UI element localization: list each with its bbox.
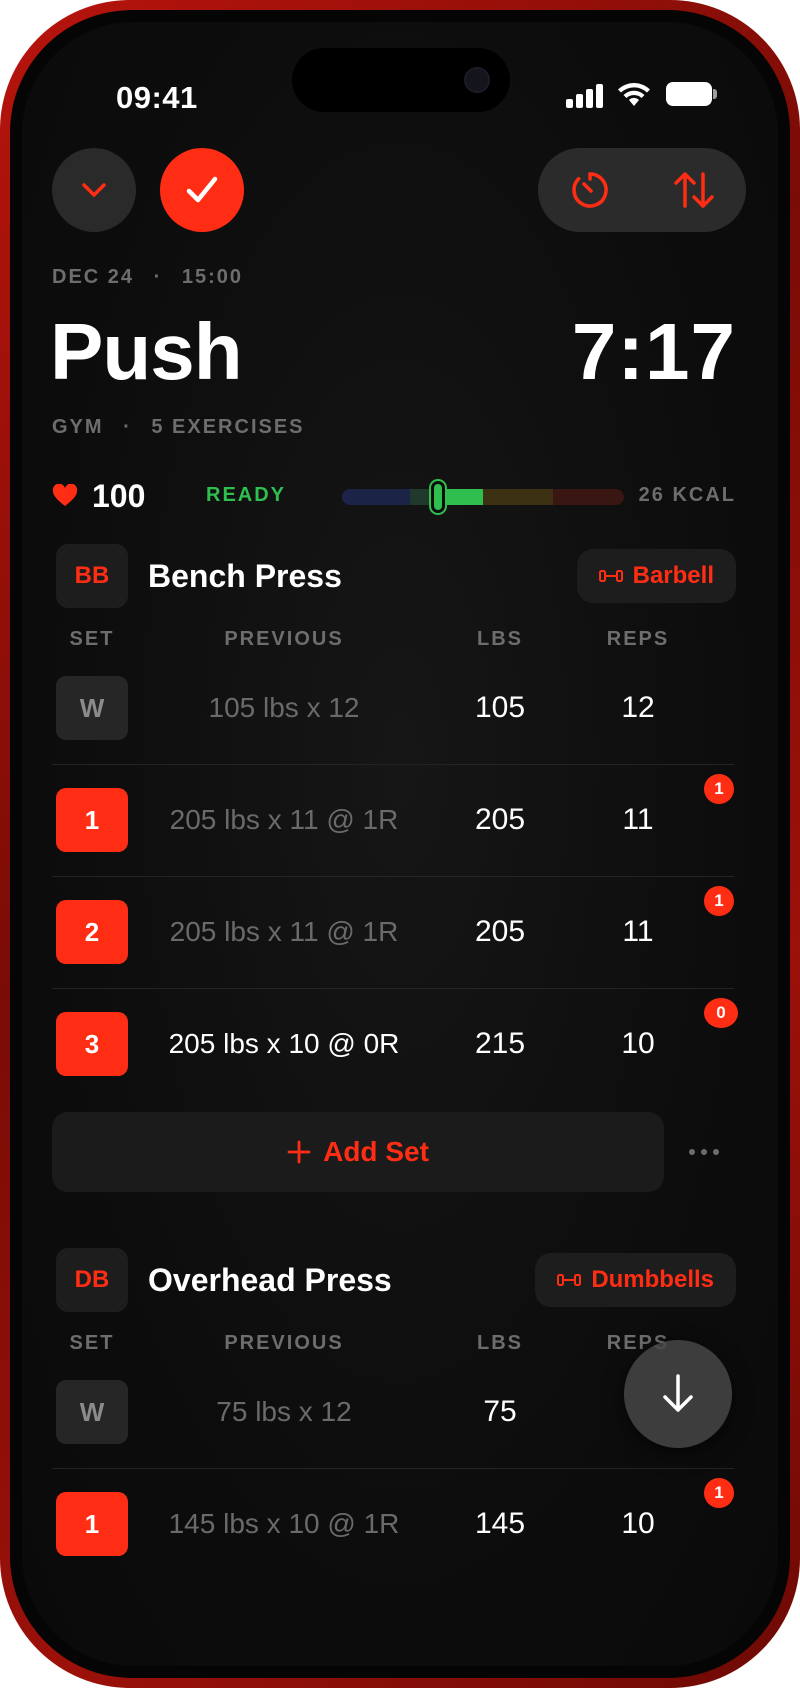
wifi-icon bbox=[618, 83, 650, 106]
column-header-set: SET bbox=[69, 1332, 115, 1354]
weight-input[interactable]: 145 bbox=[440, 1507, 560, 1541]
add-set-button[interactable]: Add Set bbox=[52, 1112, 664, 1192]
workout-tools-pill bbox=[538, 148, 746, 232]
equipment-selector[interactable]: Dumbbells bbox=[535, 1253, 736, 1307]
arrow-down-icon bbox=[663, 1374, 693, 1412]
sort-arrows-icon bbox=[674, 172, 714, 208]
reps-input[interactable]: 11 bbox=[578, 803, 698, 837]
zone-segment bbox=[482, 489, 554, 505]
column-header-previous: PREVIOUS bbox=[224, 628, 344, 650]
workout-location: GYM bbox=[52, 416, 104, 438]
set-type-button[interactable]: 1 bbox=[56, 788, 128, 852]
elapsed-timer: 7:17 bbox=[571, 307, 736, 396]
set-type-button[interactable]: 2 bbox=[56, 900, 128, 964]
heart-rate-zone-bar bbox=[342, 489, 624, 505]
set-type-button[interactable]: W bbox=[56, 676, 128, 740]
separator-dot: · bbox=[123, 416, 132, 438]
set-type-button[interactable]: W bbox=[56, 1380, 128, 1444]
equipment-label: Barbell bbox=[632, 562, 714, 589]
set-row: 2 205 lbs x 11 @ 1R 205 11 1 bbox=[22, 886, 778, 980]
previous-set[interactable]: 205 lbs x 10 @ 0R bbox=[154, 1028, 414, 1060]
separator-dot: · bbox=[153, 266, 163, 288]
workout-datetime: DEC 24 · 15:00 bbox=[52, 266, 243, 289]
reps-input[interactable]: 10 bbox=[578, 1027, 698, 1061]
plus-icon bbox=[287, 1140, 311, 1164]
status-time: 09:41 bbox=[116, 80, 198, 115]
rir-badge[interactable]: 0 bbox=[704, 998, 738, 1028]
column-header-set: SET bbox=[69, 628, 115, 650]
row-divider bbox=[52, 988, 734, 989]
heart-rate-value: 100 bbox=[92, 478, 146, 514]
row-divider bbox=[52, 876, 734, 877]
collapse-button[interactable] bbox=[52, 148, 136, 232]
set-type-button[interactable]: 3 bbox=[56, 1012, 128, 1076]
exercise-name[interactable]: Overhead Press bbox=[148, 1262, 392, 1299]
rest-timer-button[interactable] bbox=[538, 148, 642, 232]
rir-badge[interactable]: 1 bbox=[704, 1478, 734, 1508]
previous-set[interactable]: 75 lbs x 12 bbox=[154, 1396, 414, 1428]
equipment-selector[interactable]: Barbell bbox=[576, 549, 736, 603]
dumbbell-icon bbox=[557, 1274, 582, 1286]
weight-input[interactable]: 205 bbox=[440, 915, 560, 949]
rir-badge[interactable]: 1 bbox=[704, 886, 734, 916]
set-row: 3 205 lbs x 10 @ 0R 215 10 0 bbox=[22, 998, 778, 1092]
scroll-down-button[interactable] bbox=[624, 1340, 732, 1448]
equipment-label: Dumbbells bbox=[591, 1266, 714, 1293]
set-row: 1 145 lbs x 10 @ 1R 145 10 1 bbox=[22, 1478, 778, 1572]
row-divider bbox=[52, 1468, 734, 1469]
weight-input[interactable]: 205 bbox=[440, 803, 560, 837]
set-type-button[interactable]: 1 bbox=[56, 1492, 128, 1556]
workout-start-time: 15:00 bbox=[181, 266, 243, 288]
reps-input[interactable]: 10 bbox=[578, 1507, 698, 1541]
workout-meta: GYM · 5 EXERCISES bbox=[52, 416, 305, 439]
exercise-equipment-badge: DB bbox=[56, 1248, 128, 1312]
camera-icon bbox=[464, 67, 490, 93]
row-divider bbox=[52, 764, 734, 765]
zone-segment bbox=[443, 489, 483, 505]
heart-rate-zone-indicator bbox=[430, 481, 445, 513]
weight-input[interactable]: 75 bbox=[440, 1395, 560, 1429]
weight-input[interactable]: 105 bbox=[440, 691, 560, 725]
previous-set[interactable]: 145 lbs x 10 @ 1R bbox=[154, 1508, 414, 1540]
weight-input[interactable]: 215 bbox=[440, 1027, 560, 1061]
reps-input[interactable]: 11 bbox=[578, 915, 698, 949]
workout-title[interactable]: Push bbox=[50, 306, 243, 398]
exercise-name[interactable]: Bench Press bbox=[148, 558, 342, 595]
calories-burned: 26 KCAL bbox=[638, 484, 736, 506]
previous-set[interactable]: 105 lbs x 12 bbox=[154, 692, 414, 724]
workout-date: DEC 24 bbox=[52, 266, 135, 288]
dumbbell-icon bbox=[598, 570, 623, 582]
heart-icon bbox=[52, 484, 78, 506]
add-set-label: Add Set bbox=[323, 1136, 429, 1167]
timer-icon bbox=[572, 172, 608, 208]
checkmark-icon bbox=[186, 176, 218, 203]
workout-screen: 09:41 DEC 24 · 15:00 Push 7:17 GYM · 5 E… bbox=[22, 22, 778, 1666]
column-header-previous: PREVIOUS bbox=[224, 1332, 344, 1354]
rir-badge[interactable]: 1 bbox=[704, 774, 734, 804]
chevron-down-icon bbox=[82, 183, 106, 197]
set-row: 1 205 lbs x 11 @ 1R 205 11 1 bbox=[22, 774, 778, 868]
zone-segment bbox=[553, 489, 624, 505]
previous-set[interactable]: 205 lbs x 11 @ 1R bbox=[154, 916, 414, 948]
exercise-count: 5 EXERCISES bbox=[151, 416, 305, 438]
finish-workout-button[interactable] bbox=[160, 148, 244, 232]
column-header-lbs: LBS bbox=[477, 628, 523, 650]
cellular-signal-icon bbox=[566, 80, 606, 108]
heart-rate-zone-label: READY bbox=[206, 484, 287, 506]
set-row: W 105 lbs x 12 105 12 bbox=[22, 676, 778, 756]
column-header-reps: REPS bbox=[606, 628, 670, 650]
exercise-equipment-badge: BB bbox=[56, 544, 128, 608]
column-header-lbs: LBS bbox=[477, 1332, 523, 1354]
zone-segment bbox=[342, 489, 410, 505]
more-options-button[interactable] bbox=[674, 1130, 734, 1174]
battery-tip bbox=[713, 89, 717, 99]
reps-input[interactable]: 12 bbox=[578, 691, 698, 725]
battery-icon bbox=[666, 82, 712, 106]
previous-set[interactable]: 205 lbs x 11 @ 1R bbox=[154, 804, 414, 836]
reorder-button[interactable] bbox=[642, 148, 746, 232]
